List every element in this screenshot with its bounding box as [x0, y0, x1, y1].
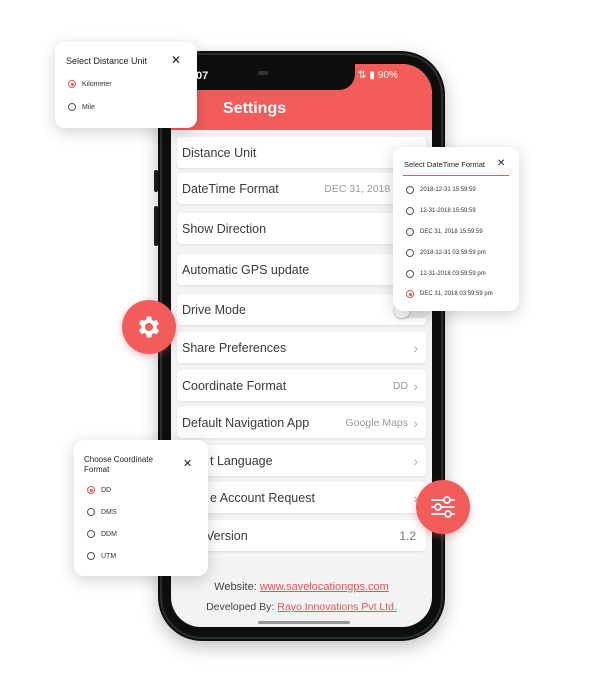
- chevron-right-icon: ›: [413, 377, 418, 394]
- dialog-title: Select DateTime Format: [404, 160, 485, 169]
- setting-coordinate-format[interactable]: Coordinate Format DD ›: [177, 370, 426, 401]
- option-label: 12-31-2018 15:59:59: [420, 208, 476, 214]
- setting-datetime-format[interactable]: DateTime Format DEC 31, 2018 05:59:59: [177, 173, 434, 204]
- setting-default-navigation-app[interactable]: Default Navigation App Google Maps ›: [177, 407, 426, 438]
- footer-developer: Developed By: Rayo Innovations Pvt Ltd.: [171, 601, 432, 613]
- radio-option[interactable]: UTM: [87, 552, 116, 560]
- option-label: 12-31-2018 03:59:59 pm: [420, 271, 486, 277]
- chevron-right-icon: ›: [413, 452, 418, 469]
- setting-value: DD: [392, 379, 408, 392]
- option-label: DDM: [101, 530, 117, 538]
- phone-speaker: [258, 71, 268, 75]
- setting-show-direction[interactable]: Show Direction: [177, 213, 430, 244]
- radio-selected-icon: [68, 80, 76, 88]
- setting-delete-account-request[interactable]: e Account Request ›: [177, 482, 426, 513]
- radio-option[interactable]: Kilometer: [68, 80, 112, 88]
- setting-label: Coordinate Format: [182, 378, 287, 393]
- option-label: DMS: [101, 508, 117, 516]
- phone-side-button: [154, 170, 158, 192]
- setting-label: Distance Unit: [182, 145, 257, 160]
- chevron-right-icon: ›: [413, 414, 418, 431]
- setting-label: DateTime Format: [182, 181, 279, 196]
- home-indicator[interactable]: [258, 621, 350, 624]
- radio-option[interactable]: DEC 31, 2018 03:59:59 pm: [406, 290, 493, 298]
- radio-option[interactable]: Mile: [68, 103, 95, 111]
- radio-option[interactable]: 12-31-2018 03:59:59 pm: [406, 270, 486, 278]
- filters-badge: [416, 480, 470, 534]
- radio-icon: [87, 552, 95, 560]
- radio-icon: [406, 270, 414, 278]
- radio-option[interactable]: 12-31-2018 15:59:59: [406, 207, 476, 215]
- website-label: Website:: [214, 581, 257, 593]
- radio-option[interactable]: DD: [87, 486, 111, 494]
- radio-selected-icon: [406, 290, 414, 298]
- setting-distance-unit[interactable]: Distance Unit Ki: [177, 137, 430, 168]
- setting-label: e Account Request: [210, 490, 315, 505]
- dialog-title: Select Distance Unit: [66, 56, 148, 66]
- close-icon[interactable]: ✕: [183, 457, 192, 470]
- coordinate-format-dialog: Choose Coordinate Format ✕ DD DMS DDM UT…: [74, 440, 208, 576]
- option-label: 2018-12-31 03:59:59 pm: [420, 250, 486, 256]
- setting-label: Drive Mode: [182, 302, 246, 317]
- radio-icon: [406, 186, 414, 194]
- setting-select-language[interactable]: t Language ›: [177, 445, 426, 476]
- option-label: DEC 31, 2018 03:59:59 pm: [420, 291, 493, 297]
- radio-icon: [87, 530, 95, 538]
- phone-volume-button: [154, 206, 158, 246]
- status-icons: ⇅ ▮ 90%: [358, 70, 398, 81]
- close-icon[interactable]: ✕: [171, 53, 181, 67]
- option-label: DD: [101, 486, 112, 494]
- dialog-title-line2: Format: [84, 465, 110, 474]
- option-label: UTM: [101, 552, 117, 560]
- setting-label: t Language: [210, 453, 273, 468]
- setting-value: 1.2: [399, 528, 416, 543]
- close-icon[interactable]: ✕: [497, 158, 505, 169]
- radio-option[interactable]: 2018-12-31 03:59:59 pm: [406, 249, 486, 257]
- setting-label: Show Direction: [182, 221, 267, 236]
- dialog-title: Choose Coordinate Format: [84, 455, 153, 475]
- option-label: Mile: [82, 103, 95, 111]
- sliders-icon: [431, 496, 455, 518]
- setting-label: Share Preferences: [182, 340, 287, 355]
- setting-label: Version: [206, 528, 248, 543]
- radio-option[interactable]: DMS: [87, 508, 117, 516]
- radio-icon: [68, 103, 76, 111]
- radio-icon: [87, 508, 95, 516]
- setting-label: Default Navigation App: [182, 415, 310, 430]
- radio-icon: [406, 249, 414, 257]
- radio-option[interactable]: DDM: [87, 530, 117, 538]
- setting-auto-gps-update[interactable]: Automatic GPS update: [177, 254, 430, 285]
- chevron-right-icon: ›: [413, 339, 418, 356]
- footer-website: Website: www.savelocationgps.com: [171, 581, 432, 593]
- dialog-divider: [403, 175, 509, 176]
- setting-value: Google Maps: [345, 416, 408, 429]
- datetime-format-dialog: Select DateTime Format ✕ 2018-12-31 15:5…: [393, 147, 519, 311]
- dialog-title-line1: Choose Coordinate: [84, 455, 153, 464]
- setting-version: Version 1.2: [177, 520, 426, 551]
- radio-selected-icon: [87, 486, 95, 494]
- settings-badge: [122, 300, 176, 354]
- signal-icon: ⇅: [358, 70, 367, 81]
- radio-option[interactable]: 2018-12-31 15:59:59: [406, 186, 476, 194]
- setting-share-preferences[interactable]: Share Preferences ›: [177, 332, 426, 363]
- radio-icon: [406, 228, 414, 236]
- distance-unit-dialog: Select Distance Unit ✕ Kilometer Mile: [55, 42, 197, 128]
- battery-level: 90%: [377, 70, 398, 81]
- status-time: 07: [196, 70, 209, 82]
- website-link[interactable]: www.savelocationgps.com: [260, 581, 389, 593]
- setting-drive-mode[interactable]: Drive Mode: [177, 294, 430, 325]
- option-label: 2018-12-31 15:59:59: [420, 187, 476, 193]
- option-label: DEC 31, 2018 15:59:59: [420, 229, 483, 235]
- developer-link[interactable]: Rayo Innovations Pvt Ltd.: [277, 601, 397, 613]
- radio-option[interactable]: DEC 31, 2018 15:59:59: [406, 228, 483, 236]
- page-title: Settings: [223, 100, 287, 117]
- network-icon: ▮: [369, 70, 375, 81]
- radio-icon: [406, 207, 414, 215]
- gear-icon: [138, 316, 160, 338]
- option-label: Kilometer: [82, 80, 112, 88]
- developed-label: Developed By:: [206, 601, 275, 613]
- setting-label: Automatic GPS update: [182, 262, 310, 277]
